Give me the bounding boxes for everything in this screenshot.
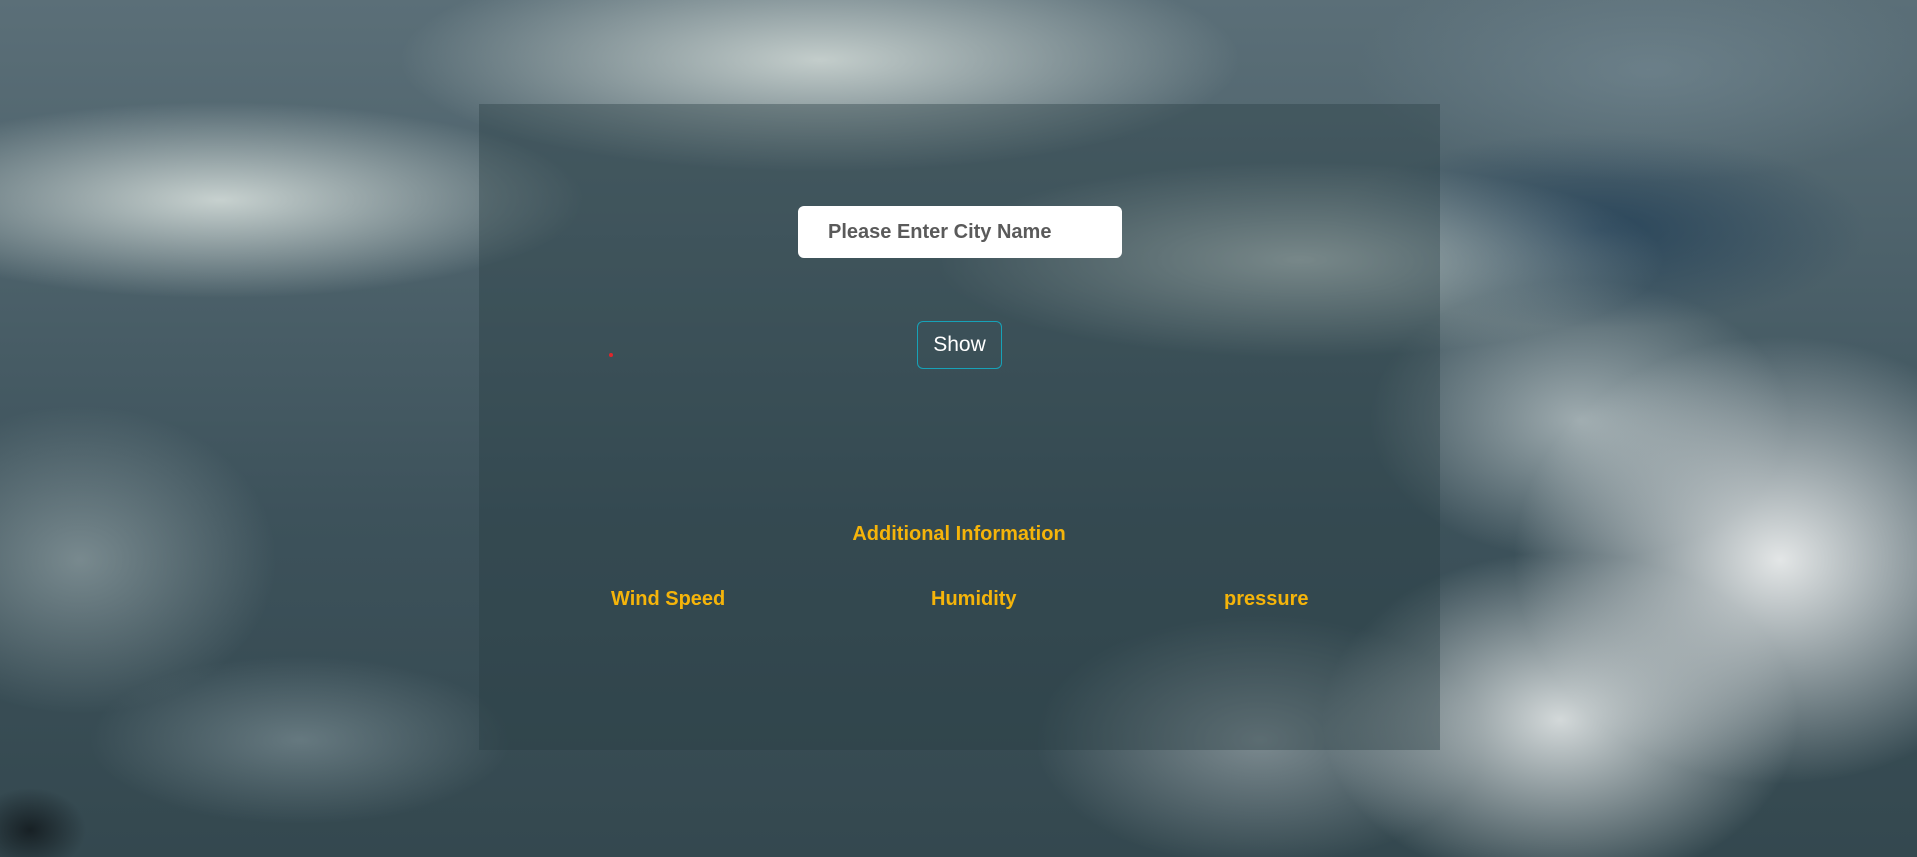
city-search-input[interactable] (798, 206, 1122, 258)
cursor-marker (609, 353, 613, 357)
wind-speed-label: Wind Speed (611, 588, 726, 610)
additional-information-heading: Additional Information (852, 523, 1066, 545)
weather-panel (479, 104, 1440, 750)
pressure-label: pressure (1224, 588, 1309, 610)
humidity-label: Humidity (931, 588, 1017, 610)
show-button[interactable]: Show (917, 321, 1002, 369)
